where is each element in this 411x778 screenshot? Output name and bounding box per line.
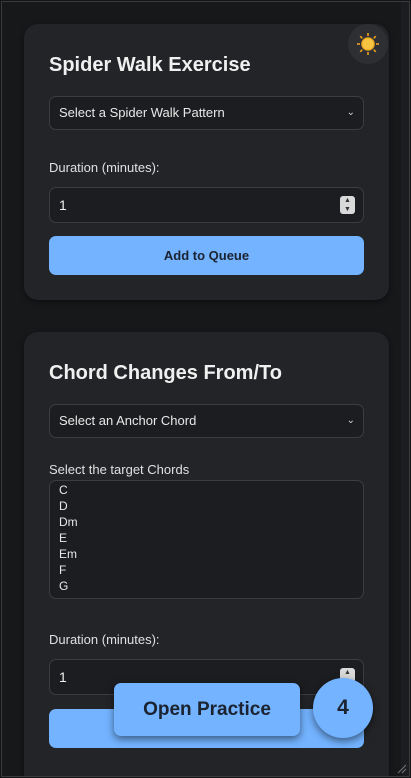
chord-duration-value: 1 (59, 669, 67, 685)
spider-walk-title: Spider Walk Exercise (49, 54, 251, 76)
app-window: Spider Walk Exercise Select a Spider Wal… (1, 1, 410, 777)
spider-walk-duration-input[interactable]: 1 ▲ ▼ (49, 187, 364, 223)
stepper-icon[interactable]: ▲ ▼ (340, 196, 355, 214)
queue-count-badge[interactable]: 4 (313, 678, 373, 738)
sun-icon (357, 33, 379, 55)
chord-option[interactable]: Em (59, 546, 354, 562)
target-chords-label: Select the target Chords (49, 462, 190, 477)
anchor-chord-select-value: Select an Anchor Chord (59, 413, 197, 428)
chord-option[interactable]: D (59, 498, 354, 514)
chevron-down-icon: ⌄ (346, 107, 355, 118)
stepper-up-icon[interactable]: ▲ (340, 668, 355, 677)
stepper-down-icon[interactable]: ▼ (340, 205, 355, 214)
chord-option[interactable]: G (59, 578, 354, 594)
chevron-down-icon: ⌄ (346, 415, 355, 426)
resize-handle-icon[interactable] (397, 764, 407, 774)
scrollbar[interactable] (401, 2, 409, 776)
chord-option[interactable]: C (59, 482, 354, 498)
spider-walk-pattern-select[interactable]: Select a Spider Walk Pattern ⌄ (49, 96, 364, 130)
chord-option[interactable]: Dm (59, 514, 354, 530)
spider-walk-duration-label: Duration (minutes): (49, 160, 160, 175)
chord-duration-label: Duration (minutes): (49, 632, 160, 647)
stepper-up-icon[interactable]: ▲ (340, 196, 355, 205)
chord-option[interactable]: E (59, 530, 354, 546)
spider-walk-card: Spider Walk Exercise Select a Spider Wal… (24, 24, 389, 300)
spider-walk-duration-value: 1 (59, 197, 67, 213)
chord-option[interactable]: F (59, 562, 354, 578)
spider-walk-pattern-select-value: Select a Spider Walk Pattern (59, 105, 225, 120)
add-to-queue-button[interactable]: Add to Queue (49, 236, 364, 275)
anchor-chord-select[interactable]: Select an Anchor Chord ⌄ (49, 404, 364, 438)
target-chords-listbox[interactable]: C D Dm E Em F G (49, 480, 364, 599)
chord-changes-title: Chord Changes From/To (49, 362, 282, 384)
theme-toggle-button[interactable] (348, 24, 388, 64)
open-practice-button[interactable]: Open Practice (114, 683, 300, 736)
